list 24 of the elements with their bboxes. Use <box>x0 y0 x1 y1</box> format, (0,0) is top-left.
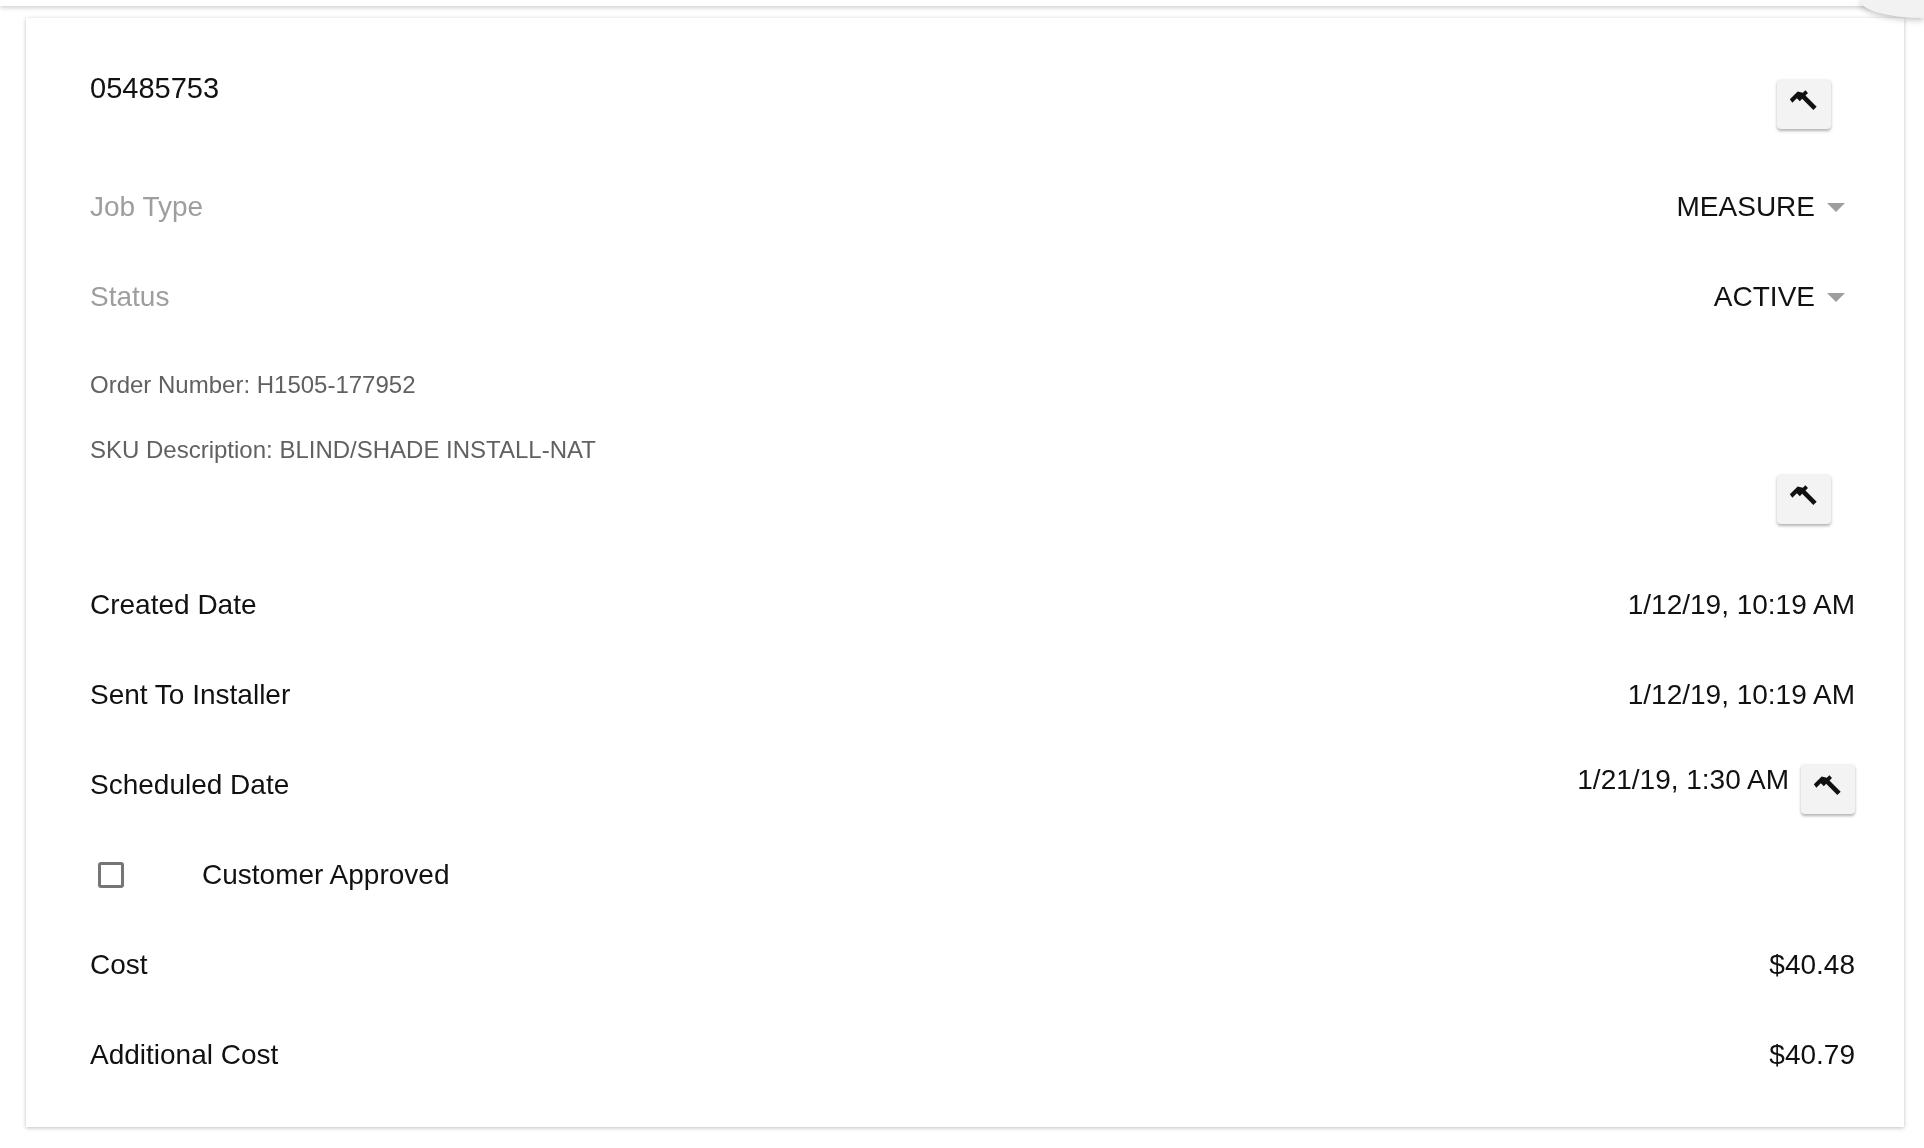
dropdown[interactable]: MEASURE <box>1676 191 1845 223</box>
date-value: 1/12/19, 10:19 AM <box>1627 679 1855 711</box>
field-label: Created Date <box>90 589 257 621</box>
field-label: Status <box>90 281 170 313</box>
checkbox-label: Customer Approved <box>202 859 450 891</box>
info-text: SKU Description: BLIND/SHADE INSTALL-NAT <box>90 435 596 464</box>
edit-button[interactable] <box>1777 474 1831 524</box>
caret-icon <box>1827 292 1845 302</box>
date-value: 1/21/19, 1:30 AM <box>1577 764 1789 796</box>
field-label: Job Type <box>90 191 204 223</box>
checkbox[interactable] <box>98 862 124 888</box>
info-text: Order Number: H1505-177952 <box>90 370 416 399</box>
field-label: Cost <box>90 949 148 981</box>
cost-value: $40.79 <box>1769 1039 1855 1071</box>
field-label: Sent To Installer <box>90 679 291 711</box>
edit-button[interactable] <box>1777 79 1831 129</box>
cost-value: $40.48 <box>1769 949 1855 981</box>
edit-button[interactable] <box>1801 764 1855 814</box>
date-value: 1/12/19, 10:19 AM <box>1627 589 1855 621</box>
caret-icon <box>1827 202 1845 212</box>
record-number: 05485753 <box>90 72 220 105</box>
field-label: Scheduled Date <box>90 769 290 801</box>
dropdown[interactable]: ACTIVE <box>1713 281 1845 313</box>
field-label: Additional Cost <box>90 1039 279 1071</box>
